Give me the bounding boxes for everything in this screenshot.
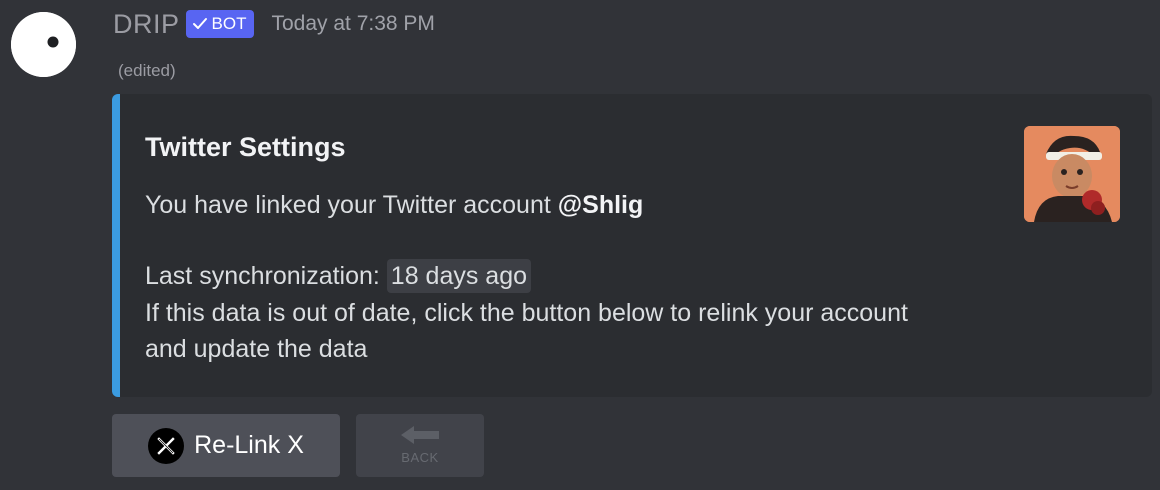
linked-account-text: You have linked your Twitter account @Sh… <box>145 191 643 220</box>
x-logo-icon <box>148 427 185 464</box>
sync-timestamp[interactable]: 18 days ago <box>386 259 532 293</box>
author-name[interactable]: DRIP <box>113 9 180 40</box>
check-icon <box>192 17 208 31</box>
sync-prefix: Last synchronization: <box>145 262 387 290</box>
back-button[interactable]: BACK <box>356 414 484 477</box>
embed-title: Twitter Settings <box>145 132 346 162</box>
relink-button-label: Re-Link X <box>194 431 304 459</box>
info-text-line-1: If this data is out of date, click the b… <box>145 299 908 327</box>
linked-prefix: You have linked your Twitter account <box>145 191 558 219</box>
message-header: DRIP BOT Today at 7:38 PM <box>113 6 435 42</box>
profile-picture[interactable] <box>1024 126 1120 222</box>
relink-x-button[interactable]: Re-Link X <box>112 414 340 477</box>
info-text-line-2: and update the data <box>145 335 368 363</box>
embed-card: Twitter Settings You have linked your Tw… <box>112 94 1152 397</box>
embed-accent-bar <box>112 94 120 397</box>
bot-badge: BOT <box>185 10 255 38</box>
back-button-label: BACK <box>401 450 439 465</box>
message-timestamp: Today at 7:38 PM <box>271 12 435 35</box>
bot-avatar[interactable] <box>11 12 76 77</box>
drip-logo-icon <box>11 12 76 77</box>
sync-text: Last synchronization: 18 days ago <box>145 259 532 293</box>
edited-indicator: (edited) <box>118 61 176 80</box>
bot-badge-label: BOT <box>211 14 247 33</box>
chat-message: DRIP BOT Today at 7:38 PM (edited) Twitt… <box>0 0 1160 490</box>
twitter-handle: @Shlig <box>557 191 644 219</box>
back-arrow-icon <box>401 426 439 449</box>
